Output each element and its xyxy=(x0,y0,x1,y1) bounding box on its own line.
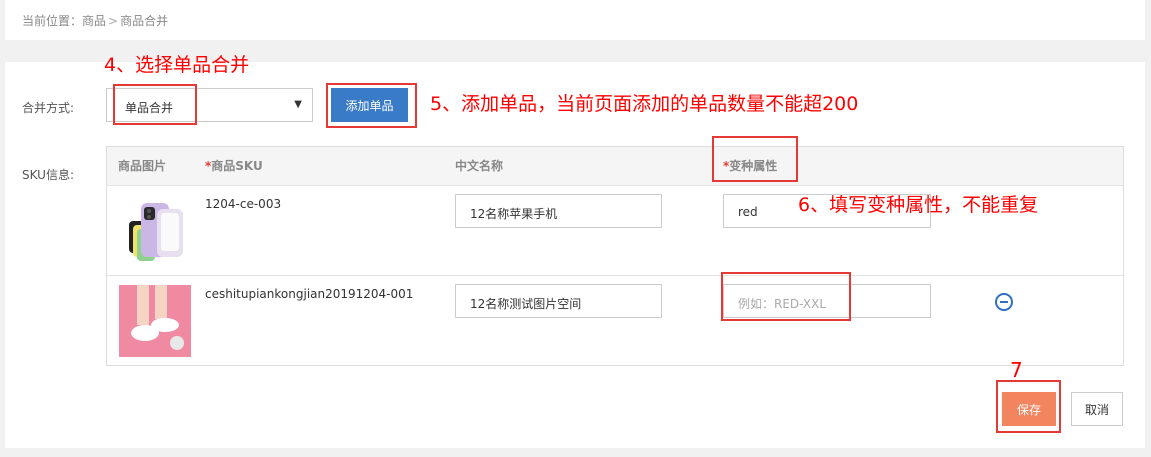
breadcrumb-bar xyxy=(5,0,1145,40)
row1-sku: 1204-ce-003 xyxy=(205,197,282,211)
highlight-box-merge-method xyxy=(113,84,197,125)
annotation-step5: 5、添加单品，当前页面添加的单品数量不能超200 xyxy=(430,93,859,115)
breadcrumb-current: 商品合并 xyxy=(120,14,169,28)
cancel-button[interactable]: 取消 xyxy=(1071,392,1123,426)
row-divider xyxy=(107,275,1123,276)
annotation-step7: 7 xyxy=(1010,358,1023,382)
chevron-down-icon: ▼ xyxy=(294,99,302,110)
row1-cn-name-input[interactable]: 12名称苹果手机 xyxy=(455,194,662,228)
remove-row-icon[interactable] xyxy=(995,293,1013,311)
highlight-box-add-button xyxy=(326,83,417,128)
product-image-phone xyxy=(123,199,185,267)
breadcrumb-link-goods[interactable]: 商品 xyxy=(82,14,106,28)
row1-cn-name-value: 12名称苹果手机 xyxy=(470,207,558,221)
annotation-step4: 4、选择单品合并 xyxy=(104,54,250,76)
row1-variant-value: red xyxy=(738,205,758,219)
sku-info-label: SKU信息: xyxy=(22,168,74,182)
highlight-box-save xyxy=(996,380,1061,433)
row2-cn-name-input[interactable]: 12名称测试图片空间 xyxy=(455,284,662,318)
annotation-step6: 6、填写变种属性，不能重复 xyxy=(798,194,1039,216)
row2-sku: ceshitupiankongjian20191204-001 xyxy=(205,287,414,301)
table-header: 商品图片 *商品SKU 中文名称 *变种属性 xyxy=(107,147,1123,186)
row2-cn-name-value: 12名称测试图片空间 xyxy=(470,297,582,311)
breadcrumb: 当前位置：商品 > 商品合并 xyxy=(22,12,168,29)
breadcrumb-separator: > xyxy=(108,14,119,28)
header-cn-name: 中文名称 xyxy=(455,159,504,173)
highlight-box-variant-input xyxy=(721,272,851,321)
header-sku: *商品SKU xyxy=(205,157,263,174)
header-sku-label: 商品SKU xyxy=(211,159,263,173)
product-image-shoes xyxy=(119,285,191,357)
breadcrumb-prefix: 当前位置： xyxy=(22,14,83,28)
sku-table: 商品图片 *商品SKU 中文名称 *变种属性 1204-ce-003 12名称苹… xyxy=(106,146,1124,366)
merge-method-label: 合并方式: xyxy=(22,101,75,115)
header-image: 商品图片 xyxy=(118,159,167,173)
highlight-box-variant-header xyxy=(712,136,798,182)
